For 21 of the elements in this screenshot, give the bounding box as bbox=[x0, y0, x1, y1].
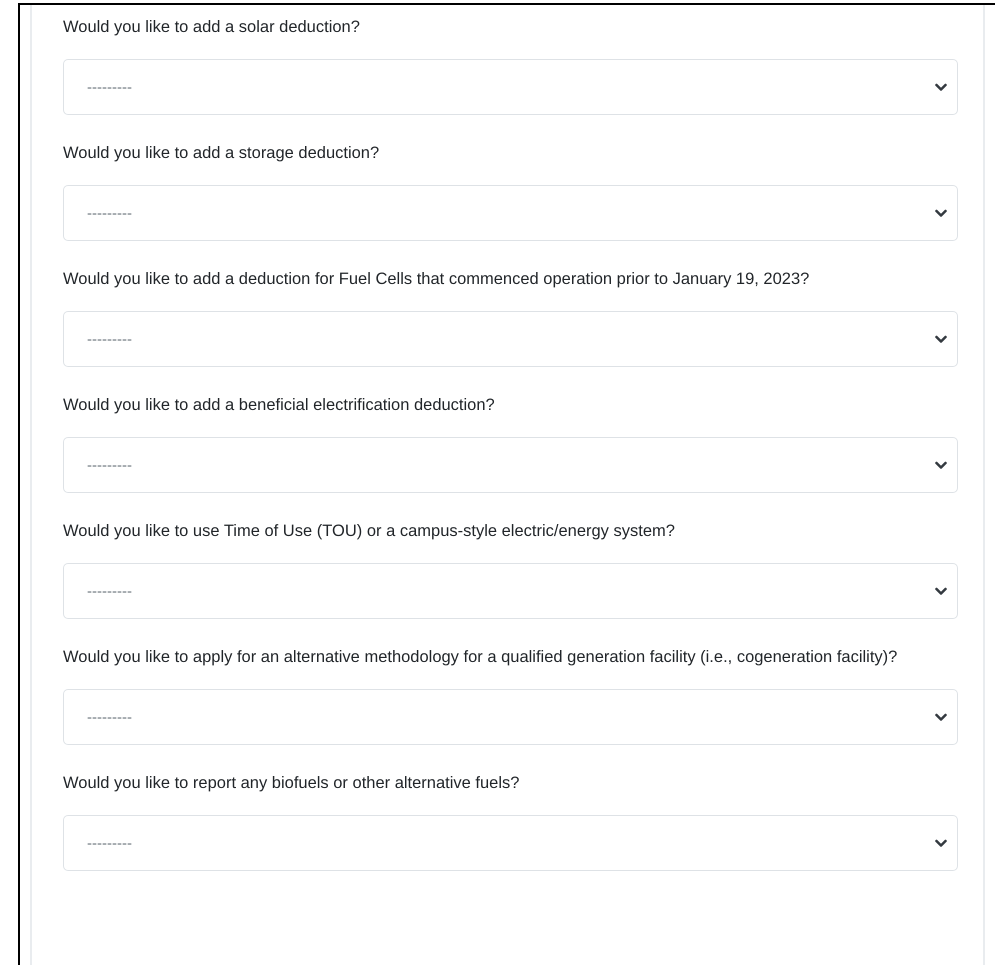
dropdown-field[interactable]: --------- bbox=[63, 185, 958, 241]
field-label: Would you like to apply for an alternative methodology for a qualified generation facility (i.e., cogeneration facility)? bbox=[63, 647, 898, 668]
field-label: Would you like to report any biofuels or other alternative fuels? bbox=[63, 773, 520, 794]
field-label: Would you like to add a storage deduction? bbox=[63, 143, 380, 164]
field-label: Would you like to use Time of Use (TOU) or a campus-style electric/energy system? bbox=[63, 521, 676, 542]
chevron-down-icon bbox=[935, 838, 947, 848]
chevron-down-icon bbox=[935, 460, 947, 470]
field-label: Would you like to add a beneficial electrification deduction? bbox=[63, 395, 496, 416]
dropdown-field[interactable]: --------- bbox=[63, 689, 958, 745]
chevron-down-icon bbox=[935, 586, 947, 596]
field-label: Would you like to add a deduction for Fuel Cells that commenced operation prior to January 19, 2023? bbox=[63, 269, 810, 290]
dropdown-field[interactable]: --------- bbox=[63, 563, 958, 619]
chevron-down-icon bbox=[935, 712, 947, 722]
field-label: Would you like to add a solar deduction? bbox=[63, 17, 361, 38]
chevron-down-icon bbox=[935, 334, 947, 344]
chevron-down-icon bbox=[935, 82, 947, 92]
dropdown-field[interactable]: --------- bbox=[63, 59, 958, 115]
chevron-down-icon bbox=[935, 208, 947, 218]
dropdown-field[interactable]: --------- bbox=[63, 437, 958, 493]
dropdown-field[interactable]: --------- bbox=[63, 815, 958, 871]
dropdown-field[interactable]: --------- bbox=[63, 311, 958, 367]
